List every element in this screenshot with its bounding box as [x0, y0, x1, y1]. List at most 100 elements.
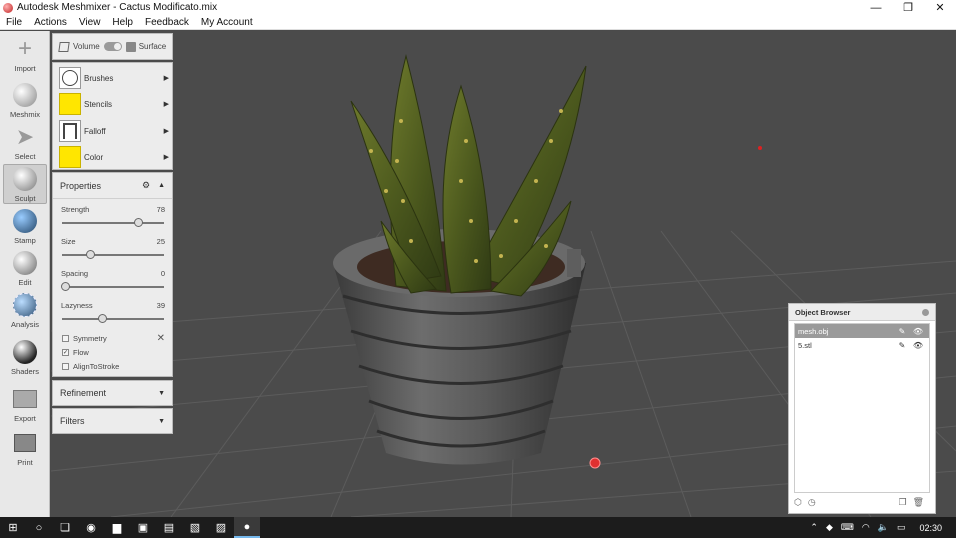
filters-panel[interactable]: Filters ▼	[52, 408, 173, 434]
collapse-up-icon[interactable]: ▲	[158, 182, 165, 189]
title-bar: Autodesk Meshmixer - Cactus Modificato.m…	[0, 0, 956, 15]
strength-slider[interactable]: Strength 78	[61, 205, 165, 231]
stamp-label: Stamp	[14, 236, 36, 245]
file-explorer-icon[interactable]: ▆	[104, 517, 130, 538]
windows-taskbar: ⊞ ○ ❏ ◉ ▆ ▣ ▤ ▧ ▨ ● ⌃ ◆ ⌨ ◠ 🔈 ▭ 02:30	[0, 517, 956, 538]
checkbox-box[interactable]	[62, 363, 69, 370]
print-tool[interactable]: Print	[3, 429, 47, 469]
symmetry-tool-icon[interactable]: ✕	[157, 333, 165, 344]
chrome-icon[interactable]: ◉	[78, 517, 104, 538]
windows-start-icon[interactable]: ⊞	[0, 517, 26, 538]
cube-icon[interactable]: ⬡	[794, 497, 802, 508]
slider-knob[interactable]	[97, 314, 107, 323]
stamp-icon	[11, 207, 39, 235]
align-to-stroke-checkbox[interactable]: AlignToStroke	[62, 362, 119, 371]
slider-knob[interactable]	[86, 250, 96, 259]
list-item[interactable]: mesh.obj ✎ 👁	[795, 324, 929, 338]
visibility-eye-icon[interactable]: 👁	[910, 341, 926, 350]
volume-surface-toggle[interactable]	[103, 42, 122, 51]
size-slider[interactable]: Size 25	[61, 237, 165, 263]
slider-track[interactable]	[62, 286, 164, 288]
photos-icon[interactable]: ▧	[182, 517, 208, 538]
symmetry-checkbox[interactable]: Symmetry	[62, 334, 107, 343]
meshmix-sphere-icon	[11, 81, 39, 109]
stencils-label: Stencils	[84, 99, 113, 109]
chevron-up-icon[interactable]: ⌃	[810, 522, 818, 533]
restore-button[interactable]: ❐	[892, 0, 924, 15]
gear-icon[interactable]: ⚙	[142, 180, 150, 191]
spacing-value: 0	[160, 269, 165, 278]
surface-label: Surface	[138, 42, 167, 51]
stamp-tool[interactable]: Stamp	[3, 207, 47, 247]
dropbox-icon[interactable]: ◆	[826, 522, 833, 533]
menu-help[interactable]: Help	[106, 17, 139, 28]
slider-knob[interactable]	[134, 218, 144, 227]
store-icon[interactable]: ▣	[130, 517, 156, 538]
menu-file[interactable]: File	[0, 17, 28, 28]
menu-my-account[interactable]: My Account	[195, 17, 259, 28]
surface-square-icon	[125, 41, 136, 52]
spacing-slider[interactable]: Spacing 0	[61, 269, 165, 295]
spacing-label: Spacing	[61, 269, 89, 278]
color-swatch-icon	[59, 146, 81, 168]
keyboard-icon[interactable]: ⌨	[841, 522, 854, 533]
object-browser-header: Object Browser	[789, 304, 935, 321]
pdf-icon[interactable]: ▤	[156, 517, 182, 538]
left-toolbar: + Import Meshmix ➤ Select Sculpt Stamp E…	[0, 31, 50, 517]
system-tray: ⌃ ◆ ⌨ ◠ 🔈 ▭ 02:30	[806, 517, 956, 538]
menu-actions[interactable]: Actions	[28, 17, 73, 28]
meshmix-label: Meshmix	[9, 110, 40, 119]
lazyness-label: Lazyness	[61, 301, 93, 310]
size-label: Size	[61, 237, 76, 246]
slider-knob[interactable]	[61, 282, 70, 291]
taskbar-clock[interactable]: 02:30	[919, 523, 942, 533]
export-label: Export	[14, 414, 36, 423]
shaders-tool[interactable]: Shaders	[3, 338, 47, 378]
close-icon[interactable]	[922, 308, 929, 316]
trash-icon[interactable]: 🗑	[913, 497, 924, 508]
flow-checkbox[interactable]: ✓ Flow	[62, 348, 89, 357]
properties-header[interactable]: Properties ⚙ ▲	[53, 173, 172, 199]
notifications-icon[interactable]: ▭	[897, 522, 906, 533]
import-tool[interactable]: + Import	[3, 35, 47, 75]
strength-value: 78	[156, 205, 165, 214]
slider-track[interactable]	[62, 254, 164, 256]
close-button[interactable]: ✕	[924, 0, 956, 15]
window-controls: — ❐ ✕	[860, 0, 956, 15]
menu-view[interactable]: View	[73, 17, 107, 28]
checkbox-box[interactable]: ✓	[62, 349, 69, 356]
duplicate-icon[interactable]: ❐	[898, 497, 906, 508]
brushes-row[interactable]: Brushes ▶	[59, 66, 169, 90]
wifi-icon[interactable]: ◠	[862, 522, 870, 533]
sculpt-tool[interactable]: Sculpt	[3, 164, 47, 204]
falloff-row[interactable]: Falloff ▶	[59, 119, 169, 143]
flow-label: Flow	[73, 348, 89, 357]
object-name: mesh.obj	[798, 326, 829, 336]
minimize-button[interactable]: —	[860, 0, 892, 15]
task-view-icon[interactable]: ❏	[52, 517, 78, 538]
refinement-title: Refinement	[60, 388, 107, 398]
edit-pencil-icon[interactable]: ✎	[894, 327, 910, 336]
app-icon[interactable]: ▨	[208, 517, 234, 538]
checkbox-box[interactable]	[62, 335, 69, 342]
color-row[interactable]: Color ▶	[59, 145, 169, 169]
meshmixer-taskbar-icon[interactable]: ●	[234, 517, 260, 538]
refinement-panel[interactable]: Refinement ▼	[52, 380, 173, 406]
color-label: Color	[84, 152, 104, 162]
analysis-tool[interactable]: Analysis	[3, 291, 47, 331]
export-tool[interactable]: Export	[3, 385, 47, 425]
slider-track[interactable]	[62, 318, 164, 320]
cortana-icon[interactable]: ○	[26, 517, 52, 538]
volume-icon[interactable]: 🔈	[878, 522, 889, 533]
visibility-eye-icon[interactable]: 👁	[910, 327, 926, 336]
list-item[interactable]: 5.stl ✎ 👁	[795, 338, 929, 352]
slider-track[interactable]	[62, 222, 164, 224]
lazyness-slider[interactable]: Lazyness 39	[61, 301, 165, 327]
clock-icon[interactable]: ◷	[808, 497, 816, 508]
edit-pencil-icon[interactable]: ✎	[894, 341, 910, 350]
edit-tool[interactable]: Edit	[3, 249, 47, 289]
select-tool[interactable]: ➤ Select	[3, 123, 47, 163]
meshmix-tool[interactable]: Meshmix	[3, 81, 47, 121]
menu-feedback[interactable]: Feedback	[139, 17, 195, 28]
stencils-row[interactable]: Stencils ▶	[59, 92, 169, 116]
